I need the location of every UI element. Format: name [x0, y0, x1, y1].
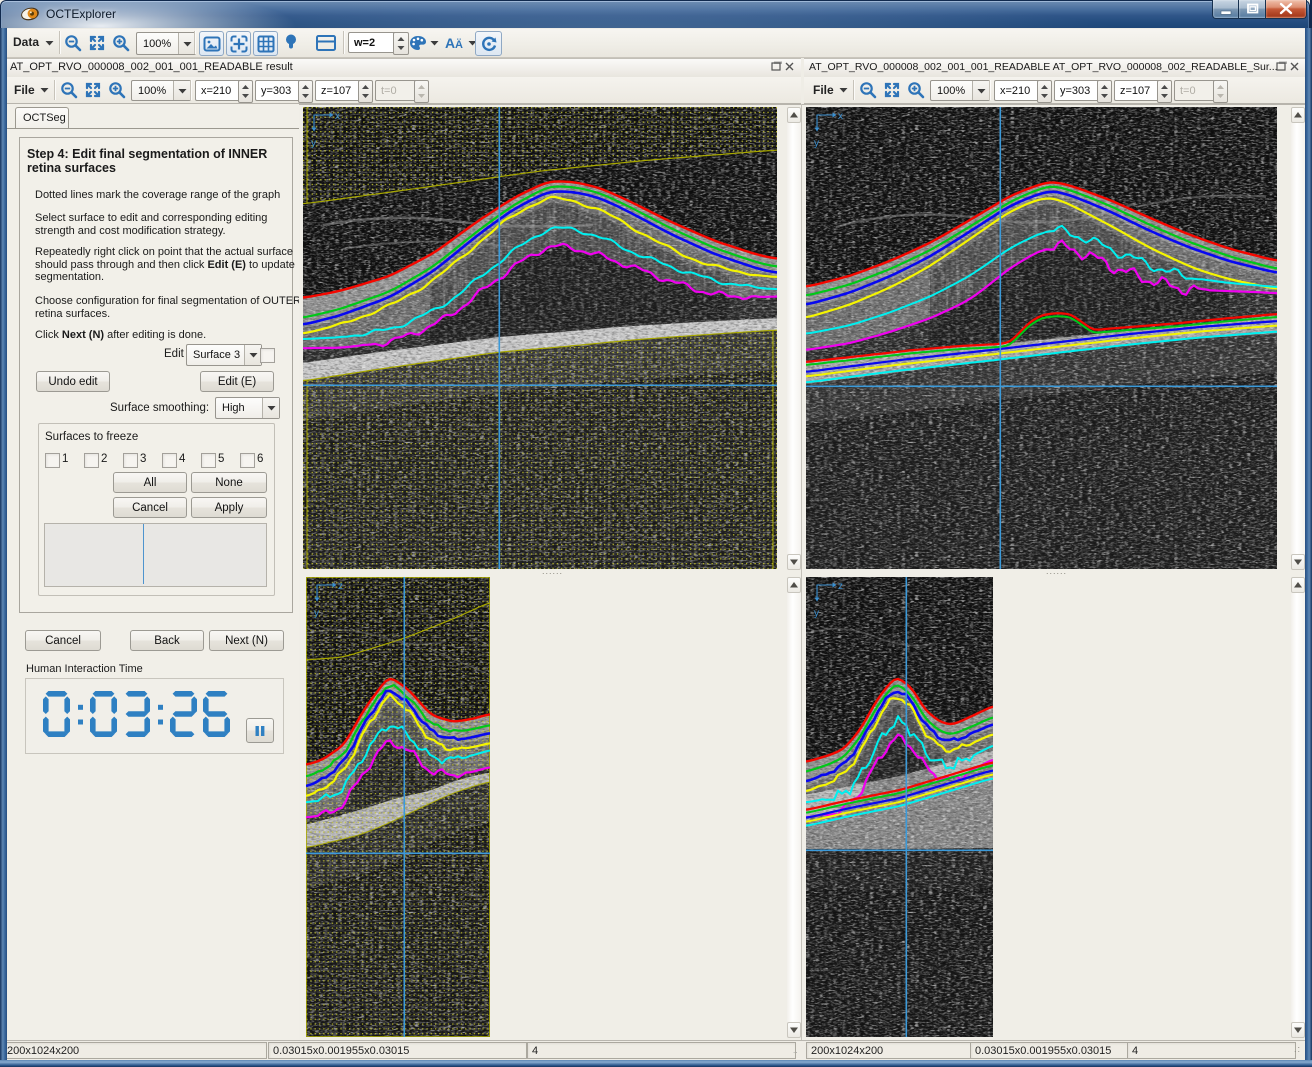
svg-text:x: x — [838, 111, 843, 122]
svg-text:y: y — [814, 138, 819, 149]
svg-text:x: x — [335, 111, 340, 122]
svg-text:y: y — [311, 138, 316, 149]
svg-text:A: A — [445, 36, 455, 50]
svg-text:Ä: Ä — [455, 38, 463, 50]
svg-text:y: y — [314, 608, 319, 619]
svg-text:z: z — [838, 581, 843, 592]
svg-text:y: y — [814, 608, 819, 619]
svg-text:z: z — [338, 581, 343, 592]
